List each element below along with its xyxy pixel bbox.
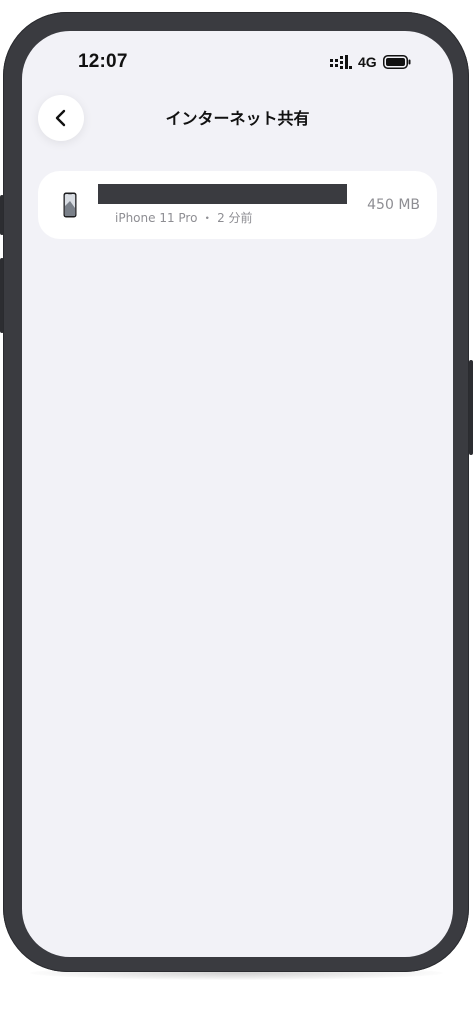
device-name-redacted xyxy=(98,184,347,204)
status-time: 12:07 xyxy=(78,51,128,72)
network-type-label: 4G xyxy=(358,54,377,70)
status-bar: 12:07 4G xyxy=(22,31,453,93)
device-data-usage: 450 MB xyxy=(367,197,420,213)
page: 12:07 4G インターネット共有 iPhone 11 Pro ・ 2 分前 … xyxy=(0,0,473,1024)
cellular-signal-icon xyxy=(330,55,352,69)
connected-device-item[interactable]: iPhone 11 Pro ・ 2 分前 450 MB xyxy=(38,171,437,239)
status-indicators: 4G xyxy=(330,53,411,71)
battery-icon xyxy=(382,55,411,69)
navigation-bar: インターネット共有 xyxy=(22,93,453,143)
power-button xyxy=(469,360,473,455)
phone-screen: 12:07 4G インターネット共有 iPhone 11 Pro ・ 2 分前 … xyxy=(22,31,453,957)
back-button[interactable] xyxy=(38,95,84,141)
page-title: インターネット共有 xyxy=(165,109,310,128)
chevron-left-icon xyxy=(55,109,66,127)
iphone-icon xyxy=(63,192,77,218)
device-model-and-time: iPhone 11 Pro ・ 2 分前 xyxy=(115,211,253,225)
